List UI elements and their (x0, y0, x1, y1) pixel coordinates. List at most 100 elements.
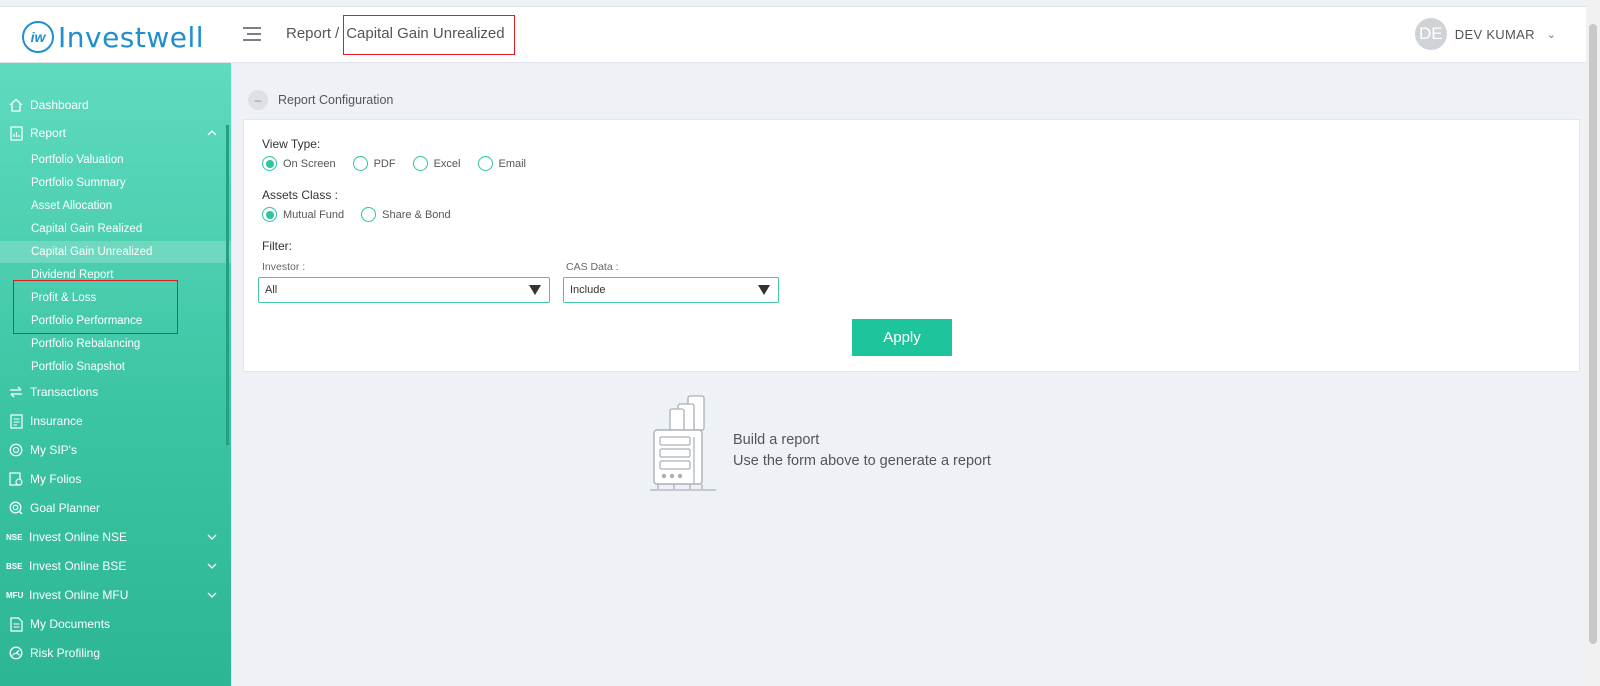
assets-class-group: Mutual Fund Share & Bond (262, 207, 468, 222)
view-type-excel-radio[interactable]: Excel (412, 156, 461, 171)
sidebar-item-risk-profiling[interactable]: Risk Profiling (0, 641, 231, 665)
user-menu[interactable]: DE DEV KUMAR ⌄ (1414, 18, 1556, 50)
build-report-illustration-icon (650, 395, 716, 491)
filter-label: Filter: (262, 239, 292, 253)
report-config-card: View Type: On Screen PDF Excel Email Ass… (243, 119, 1580, 372)
page-scrollbar[interactable] (1586, 0, 1600, 686)
radio-label: Share & Bond (382, 208, 451, 221)
assets-mutual-fund-radio[interactable]: Mutual Fund (262, 207, 344, 222)
bse-tag-icon: BSE (6, 561, 23, 571)
sidebar-item-my-sips[interactable]: My SIP's (0, 438, 231, 462)
sidebar-item-label: Transactions (30, 385, 99, 399)
sidebar-item-label: My Documents (30, 617, 111, 631)
assets-share-bond-radio[interactable]: Share & Bond (361, 207, 451, 222)
sidebar-item-label: Invest Online MFU (29, 588, 129, 602)
menu-toggle-icon[interactable] (243, 27, 263, 45)
chevron-down-icon (207, 532, 217, 543)
sidebar-sub-capital-gain-unrealized[interactable]: Capital Gain Unrealized (0, 241, 231, 263)
radio-unchecked-icon (477, 156, 493, 171)
highlight-box (13, 280, 178, 334)
sidebar-item-my-folios[interactable]: My Folios (0, 467, 231, 491)
radio-unchecked-icon (412, 156, 428, 171)
sidebar-item-invest-online-bse[interactable]: BSE Invest Online BSE (0, 554, 231, 578)
sidebar-sub-portfolio-rebalancing[interactable]: Portfolio Rebalancing (0, 333, 231, 355)
logo-mark-icon: iw (22, 21, 54, 53)
sidebar-scroll-rail (226, 125, 229, 445)
report-config-title: Report Configuration (278, 93, 394, 107)
sidebar: Dashboard Report Portfolio Valuation Por… (0, 63, 231, 686)
caret-down-icon (758, 285, 770, 295)
view-type-pdf-radio[interactable]: PDF (352, 156, 396, 171)
view-type-group: On Screen PDF Excel Email (262, 156, 543, 171)
sidebar-item-goal-planner[interactable]: Goal Planner (0, 496, 231, 520)
view-type-on-screen-radio[interactable]: On Screen (262, 156, 336, 171)
sidebar-sub-portfolio-snapshot[interactable]: Portfolio Snapshot (0, 356, 231, 378)
sidebar-sub-portfolio-valuation[interactable]: Portfolio Valuation (0, 149, 231, 171)
document-icon (8, 616, 24, 632)
caret-down-icon (529, 285, 541, 295)
avatar: DE (1414, 18, 1447, 50)
apply-button[interactable]: Apply (852, 319, 952, 356)
empty-state-title: Build a report (733, 432, 820, 448)
sidebar-item-label: My Folios (30, 472, 82, 486)
breadcrumb-report[interactable]: Report (286, 25, 331, 55)
logo-text: Investwell (58, 20, 205, 54)
radio-label: PDF (373, 157, 396, 170)
nse-tag-icon: NSE (6, 532, 23, 542)
cas-data-select-value: Include (570, 284, 606, 296)
sidebar-sub-portfolio-summary[interactable]: Portfolio Summary (0, 172, 231, 194)
top-header: iw Investwell Report / Capital Gain Unre… (0, 6, 1586, 63)
investor-select-value: All (265, 284, 278, 296)
view-type-label: View Type: (262, 137, 321, 151)
chevron-down-icon (207, 561, 217, 572)
sidebar-item-label: Invest Online NSE (29, 530, 128, 544)
radio-unchecked-icon (361, 207, 377, 222)
collapse-icon[interactable]: – (248, 90, 268, 110)
report-config-header: – Report Configuration (248, 90, 393, 110)
investwell-logo[interactable]: iw Investwell (22, 20, 205, 54)
sip-icon (8, 442, 24, 458)
radio-label: Mutual Fund (283, 208, 345, 221)
cas-data-label: CAS Data : (566, 261, 619, 273)
radio-label: Excel (433, 157, 461, 170)
chevron-up-icon (207, 128, 217, 139)
sidebar-item-label: Risk Profiling (30, 646, 101, 660)
sidebar-sub-asset-allocation[interactable]: Asset Allocation (0, 195, 231, 217)
sidebar-item-my-documents[interactable]: My Documents (0, 612, 231, 636)
insurance-icon (8, 413, 24, 429)
radio-label: Email (498, 157, 527, 170)
sidebar-item-insurance[interactable]: Insurance (0, 409, 231, 433)
sidebar-item-report[interactable]: Report (0, 121, 231, 145)
sidebar-item-label: Goal Planner (30, 501, 101, 515)
radio-unchecked-icon (352, 156, 368, 171)
empty-state-subtitle: Use the form above to generate a report (733, 453, 991, 469)
sidebar-item-invest-online-mfu[interactable]: MFU Invest Online MFU (0, 583, 231, 607)
radio-checked-icon (262, 156, 277, 171)
sidebar-item-label: Insurance (30, 414, 83, 428)
cas-data-select[interactable]: Include (563, 277, 779, 303)
goal-icon (8, 500, 24, 516)
radio-label: On Screen (283, 157, 336, 170)
scrollbar-thumb[interactable] (1589, 24, 1597, 644)
sidebar-sub-capital-gain-realized[interactable]: Capital Gain Realized (0, 218, 231, 240)
sidebar-item-transactions[interactable]: Transactions (0, 380, 231, 404)
user-name: DEV KUMAR (1454, 26, 1535, 42)
investor-label: Investor : (262, 261, 306, 273)
home-icon (8, 97, 24, 113)
breadcrumb: Report / Capital Gain Unrealized (286, 15, 515, 55)
sidebar-item-label: My SIP's (30, 443, 77, 457)
sidebar-item-label: Report (30, 126, 67, 140)
sidebar-item-label: Invest Online BSE (29, 559, 127, 573)
sidebar-item-invest-online-nse[interactable]: NSE Invest Online NSE (0, 525, 231, 549)
radio-checked-icon (262, 207, 277, 222)
sidebar-item-label: Dashboard (30, 98, 89, 112)
breadcrumb-current: Capital Gain Unrealized (343, 15, 515, 55)
breadcrumb-separator: / (335, 25, 340, 42)
report-icon (8, 125, 24, 141)
sidebar-item-dashboard[interactable]: Dashboard (0, 93, 231, 117)
transfer-icon (8, 384, 24, 400)
investor-select[interactable]: All (258, 277, 550, 303)
chevron-down-icon (207, 590, 217, 601)
mfu-tag-icon: MFU (6, 590, 24, 600)
view-type-email-radio[interactable]: Email (477, 156, 527, 171)
